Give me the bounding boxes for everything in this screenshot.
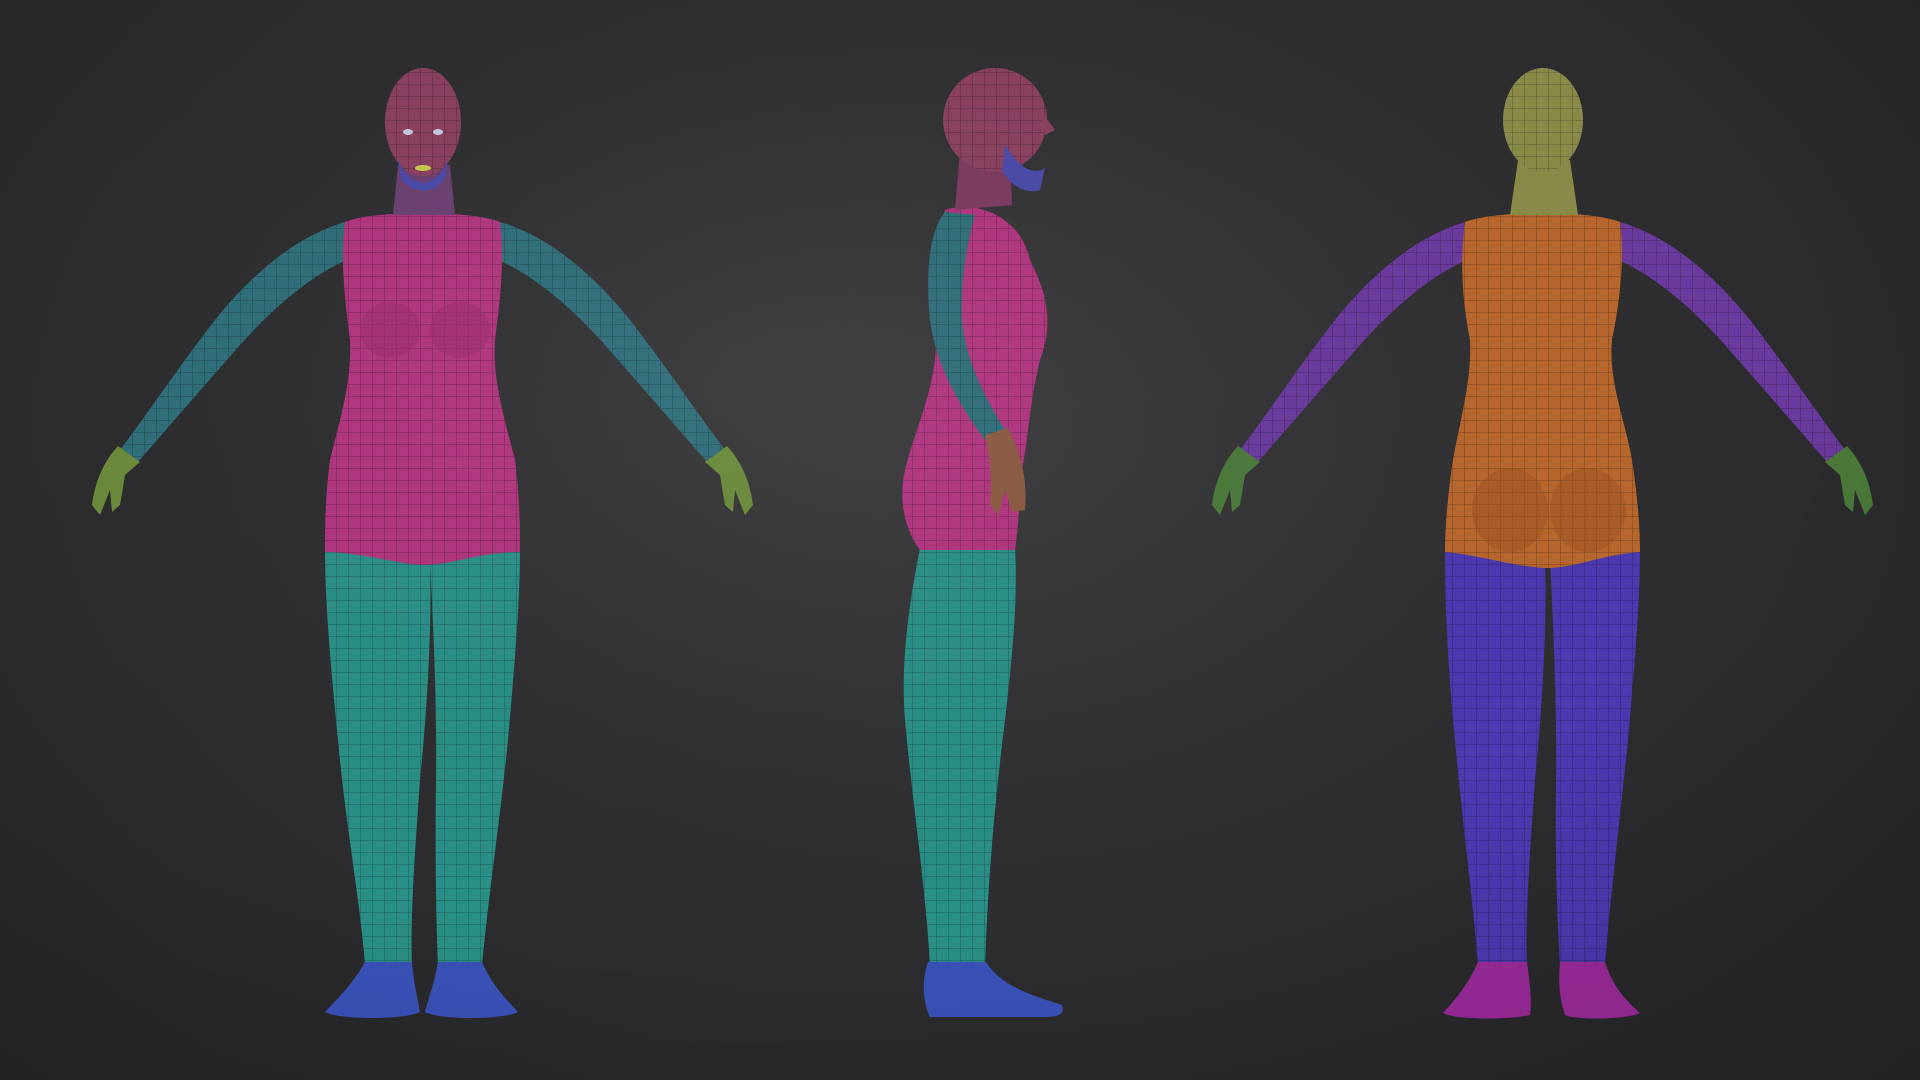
- model-canvas: [0, 0, 1920, 1080]
- lighting-overlay: [0, 0, 1920, 1080]
- zbrush-viewport[interactable]: [0, 0, 1920, 1080]
